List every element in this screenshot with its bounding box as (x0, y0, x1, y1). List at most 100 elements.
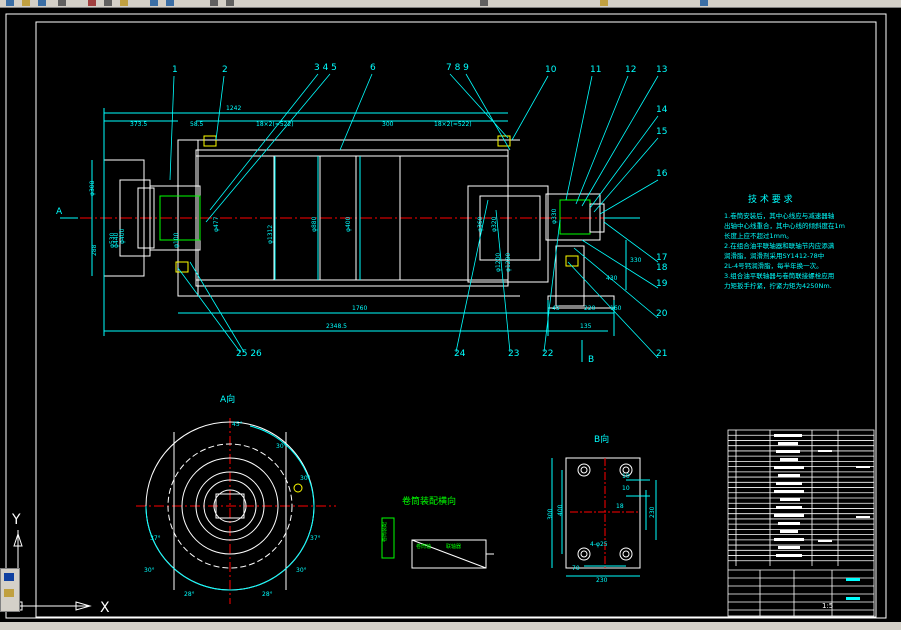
assembly-title: 卷筒装配横向 (402, 495, 456, 507)
balloon: 7 8 9 (446, 63, 469, 73)
assembly-label: 联轴器 (446, 543, 461, 550)
balloon-labels: 1 2 3 4 5 6 7 8 9 10 11 12 13 14 15 16 1… (172, 63, 668, 359)
section-b-mark: B (588, 355, 594, 365)
cut-icon[interactable] (88, 0, 96, 6)
dim-text: 230 (596, 577, 608, 584)
ucs-icon (13, 530, 92, 611)
dim-text: 1760 (352, 305, 367, 312)
balloon: 12 (625, 65, 636, 75)
save-icon[interactable] (38, 0, 46, 6)
view-b-label: B向 (594, 433, 609, 445)
angle-label: 37° (310, 535, 321, 542)
angle-label: 30° (276, 443, 287, 450)
assembly-orientation: 卷筒装配横向 卷筒装配 卷筒轴 联轴器 (381, 495, 494, 569)
balloon: 2 (222, 65, 228, 75)
balloon: 14 (656, 105, 668, 115)
section-a-mark: A (56, 207, 63, 217)
dim-text: 430 (606, 275, 618, 282)
properties-icon[interactable] (480, 0, 488, 6)
note-line: 2.在组合油平联轴器和联轴节内应添满 (724, 241, 835, 250)
inner-frame (35, 21, 877, 618)
snap-toolbar[interactable] (0, 568, 20, 612)
balloon: 10 (545, 65, 557, 75)
angle-label: 37° (150, 535, 161, 542)
dim-text: φ400 (119, 228, 126, 244)
print-icon[interactable] (58, 0, 66, 6)
angle-label: 30° (300, 475, 311, 482)
dim-text: φ100 (173, 232, 180, 248)
drawing-canvas[interactable]: 1 2 3 4 5 6 7 8 9 10 11 12 13 14 15 16 1… (0, 7, 901, 630)
note-line: 润滑脂，润滑剂采用SY1412-78中 (724, 251, 824, 260)
dim-text: 18×2(≈522) (256, 121, 294, 128)
dim-text: 2348.5 (326, 323, 347, 330)
dim-text: φ320 (491, 216, 498, 232)
snap-icon[interactable] (4, 573, 14, 581)
copy-icon[interactable] (104, 0, 112, 6)
pan-icon[interactable] (210, 0, 218, 6)
dim-text: φ880 (311, 216, 318, 232)
dim-text: 300 (382, 121, 394, 128)
redo-icon[interactable] (166, 0, 174, 6)
dim-text: 18×2(≈522) (434, 121, 472, 128)
dim-text: 10 (622, 473, 630, 480)
balloon: 18 (656, 263, 668, 273)
leader-lines (169, 73, 659, 359)
dim-text: 10 (622, 485, 630, 492)
balloon: 25 26 (236, 349, 262, 359)
ucs-x-label: X (100, 600, 110, 616)
scale-text: 1:5 (822, 602, 833, 610)
dim-text: 373.5 (130, 121, 147, 128)
view-b (551, 457, 657, 577)
balloon: 6 (370, 63, 376, 73)
dim-text: 1242 (226, 105, 241, 112)
angle-label: 30° (144, 567, 155, 574)
dim-text: 135 (580, 323, 592, 330)
balloon: 22 (542, 349, 553, 359)
dim-text: φ330 (551, 208, 558, 224)
dim-text: φ360 (477, 216, 484, 232)
zoom-icon[interactable] (226, 0, 234, 6)
dim-text: 45 (552, 305, 560, 312)
dim-text: φ1312 (267, 225, 274, 244)
title-block (727, 429, 875, 617)
dim-text: 300 (547, 508, 554, 520)
undo-icon[interactable] (150, 0, 158, 6)
layer-icon[interactable] (600, 0, 608, 6)
command-line[interactable] (0, 622, 901, 630)
dim-text: 220 (584, 305, 596, 312)
paste-icon[interactable] (120, 0, 128, 6)
dim-text: 160 (610, 305, 622, 312)
dim-text: 400 (557, 504, 564, 516)
balloon: 16 (656, 169, 668, 179)
balloon: 1 (172, 65, 178, 75)
note-line: 2L-4号钙润滑脂，每半年换一次。 (724, 261, 823, 270)
view-a-label: A向 (220, 393, 235, 405)
ucs-y-label: Y (11, 512, 21, 528)
balloon: 24 (454, 349, 466, 359)
view-a-angles: 45° 30° 30° 37° 37° 30° 30° 28° 28° (144, 421, 321, 598)
help-icon[interactable] (700, 0, 708, 6)
balloon: 15 (656, 127, 667, 137)
dim-text: 288 (91, 244, 98, 256)
notes-title: 技 术 要 求 (748, 193, 793, 205)
new-icon[interactable] (6, 0, 14, 6)
assembly-label: 卷筒轴 (416, 543, 431, 550)
dim-text: φ400 (345, 216, 352, 232)
angle-label: 45° (232, 421, 243, 428)
grid-icon[interactable] (4, 589, 14, 597)
open-icon[interactable] (22, 0, 30, 6)
assembly-label: 卷筒装配 (381, 522, 388, 542)
angle-label: 28° (184, 591, 195, 598)
dim-text: φ1200 (495, 253, 502, 272)
dim-text: φ308 (89, 180, 96, 196)
angle-label: 28° (262, 591, 273, 598)
dim-text: 230 (649, 506, 656, 518)
dim-text: 18 (616, 503, 624, 510)
balloon: 11 (590, 65, 601, 75)
parts-list-text-blocks (774, 434, 870, 557)
dim-text: φ477 (213, 216, 220, 232)
angle-label: 30° (296, 567, 307, 574)
note-line: 长度上应不超过1mm。 (724, 231, 793, 240)
dim-text: 70 (572, 565, 580, 572)
dim-text: 4-φ25 (590, 541, 608, 548)
